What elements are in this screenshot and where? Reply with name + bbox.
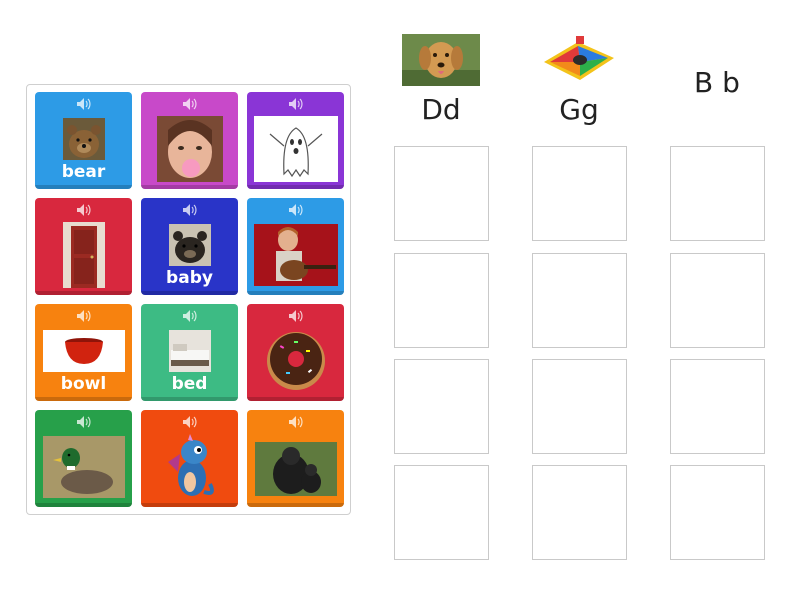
speaker-icon[interactable] [182, 204, 197, 216]
duck-photo [42, 436, 125, 498]
card-duck[interactable] [35, 410, 132, 507]
gorilla-photo [254, 442, 337, 496]
speaker-icon[interactable] [182, 416, 197, 428]
card-ghost[interactable] [247, 92, 344, 189]
card-gorilla[interactable] [247, 410, 344, 507]
card-label: bowl [60, 374, 107, 394]
drop-slot[interactable] [394, 146, 489, 241]
drop-slot[interactable] [394, 359, 489, 454]
drop-slot[interactable] [532, 359, 627, 454]
dog-photo [402, 34, 480, 86]
card-boy-guitar[interactable] [247, 198, 344, 295]
drop-slot[interactable] [670, 146, 765, 241]
speaker-icon[interactable] [288, 310, 303, 322]
drop-slot[interactable] [670, 359, 765, 454]
card-door[interactable] [35, 198, 132, 295]
drop-slot[interactable] [394, 465, 489, 560]
card-dragon[interactable] [141, 410, 238, 507]
speaker-icon[interactable] [288, 98, 303, 110]
speaker-icon[interactable] [76, 416, 91, 428]
card-bear[interactable]: bear [35, 92, 132, 189]
drop-slot[interactable] [394, 253, 489, 348]
card-donut[interactable] [247, 304, 344, 401]
drop-slot[interactable] [532, 253, 627, 348]
card-label: bear [61, 162, 106, 182]
board-game-picture [540, 34, 618, 86]
card-baby[interactable]: baby [141, 198, 238, 295]
column-header-dd: Dd [421, 93, 461, 126]
card-bowl[interactable]: bowl [35, 304, 132, 401]
bear-photo [62, 118, 105, 160]
card-bank: bear baby bowl bed [26, 84, 351, 515]
door-photo [62, 222, 105, 288]
speaker-icon[interactable] [76, 204, 91, 216]
drop-slot[interactable] [532, 146, 627, 241]
speaker-icon[interactable] [182, 98, 197, 110]
dragon-cartoon [160, 432, 220, 502]
bed-photo [168, 330, 211, 372]
column-header-gg: Gg [559, 93, 599, 126]
speaker-icon[interactable] [182, 310, 197, 322]
card-label: baby [166, 268, 213, 288]
speaker-icon[interactable] [76, 98, 91, 110]
drop-slot[interactable] [532, 465, 627, 560]
bowl-photo [42, 330, 125, 372]
boy-guitar-photo [253, 224, 338, 286]
ghost-drawing [253, 116, 338, 182]
drop-slot[interactable] [670, 253, 765, 348]
speaker-icon[interactable] [288, 416, 303, 428]
bear-cub-photo [168, 224, 211, 266]
speaker-icon[interactable] [288, 204, 303, 216]
donut-photo [264, 328, 328, 392]
card-bed[interactable]: bed [141, 304, 238, 401]
card-label: bed [171, 374, 208, 394]
girl-bubblegum-photo [156, 116, 223, 182]
drop-slot[interactable] [670, 465, 765, 560]
card-girl-bubblegum[interactable] [141, 92, 238, 189]
speaker-icon[interactable] [76, 310, 91, 322]
column-header-bb: B b [694, 66, 740, 99]
